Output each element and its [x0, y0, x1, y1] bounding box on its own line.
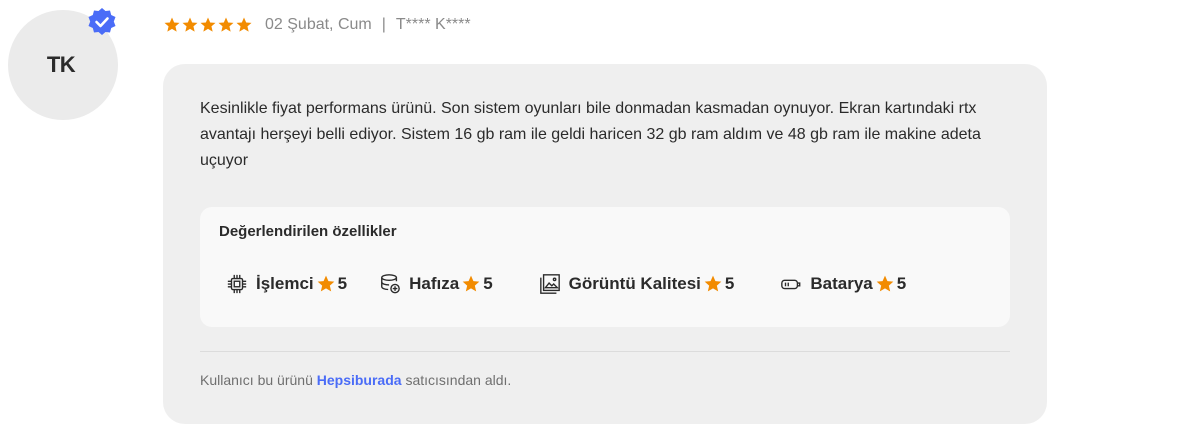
rated-features-list: İşlemci 5 Hafıza 5 Görüntü Kalitesi 5 Ba…	[226, 273, 906, 295]
star-icon	[182, 17, 198, 32]
star-icon	[316, 274, 336, 294]
meta-separator: |	[381, 16, 386, 33]
review-date: 02 Şubat, Cum	[265, 16, 372, 33]
star-icon	[200, 17, 216, 32]
image-quality-icon	[539, 273, 561, 295]
star-icon	[875, 274, 895, 294]
verified-badge-icon	[86, 6, 118, 38]
feature-cpu: İşlemci 5	[226, 273, 347, 295]
star-icon	[236, 17, 252, 32]
seller-suffix: satıcısından aldı.	[405, 372, 512, 388]
feature-label: Görüntü Kalitesi	[568, 274, 701, 293]
review-meta: 02 Şubat, Cum | T**** K****	[163, 13, 471, 37]
review-text: Kesinlikle fiyat performans ürünü. Son s…	[200, 100, 981, 169]
star-icon	[164, 17, 180, 32]
seller-link[interactable]: Hepsiburada	[317, 372, 402, 388]
battery-icon	[780, 273, 802, 295]
divider	[200, 351, 1010, 352]
feature-score: 5	[483, 274, 493, 293]
feature-battery: Batarya 5	[780, 273, 906, 295]
feature-score: 5	[896, 274, 907, 293]
rating-stars	[163, 16, 253, 34]
rated-features-box: Değerlendirilen özellikler İşlemci 5 Haf…	[200, 207, 1010, 327]
star-icon	[703, 274, 723, 294]
cpu-icon	[226, 273, 248, 295]
feature-image-quality: Görüntü Kalitesi 5	[539, 273, 735, 295]
avatar-initials: TK	[46, 52, 76, 77]
review-card: Kesinlikle fiyat performans ürünü. Son s…	[163, 64, 1047, 424]
feature-score: 5	[724, 274, 735, 293]
star-icon	[218, 17, 234, 32]
feature-score: 5	[337, 274, 348, 293]
reviewer-name: T**** K****	[395, 16, 471, 33]
seller-info: Kullanıcı bu ürünü Hepsiburada satıcısın…	[200, 372, 511, 388]
feature-label: Batarya	[810, 274, 873, 293]
rated-features-title: Değerlendirilen özellikler	[219, 223, 397, 240]
feature-memory: Hafıza 5	[379, 273, 493, 295]
storage-icon	[379, 273, 401, 295]
star-icon	[461, 274, 481, 294]
seller-prefix: Kullanıcı bu ürünü	[200, 372, 313, 388]
feature-label: İşlemci	[256, 274, 314, 293]
feature-label: Hafıza	[409, 274, 460, 293]
